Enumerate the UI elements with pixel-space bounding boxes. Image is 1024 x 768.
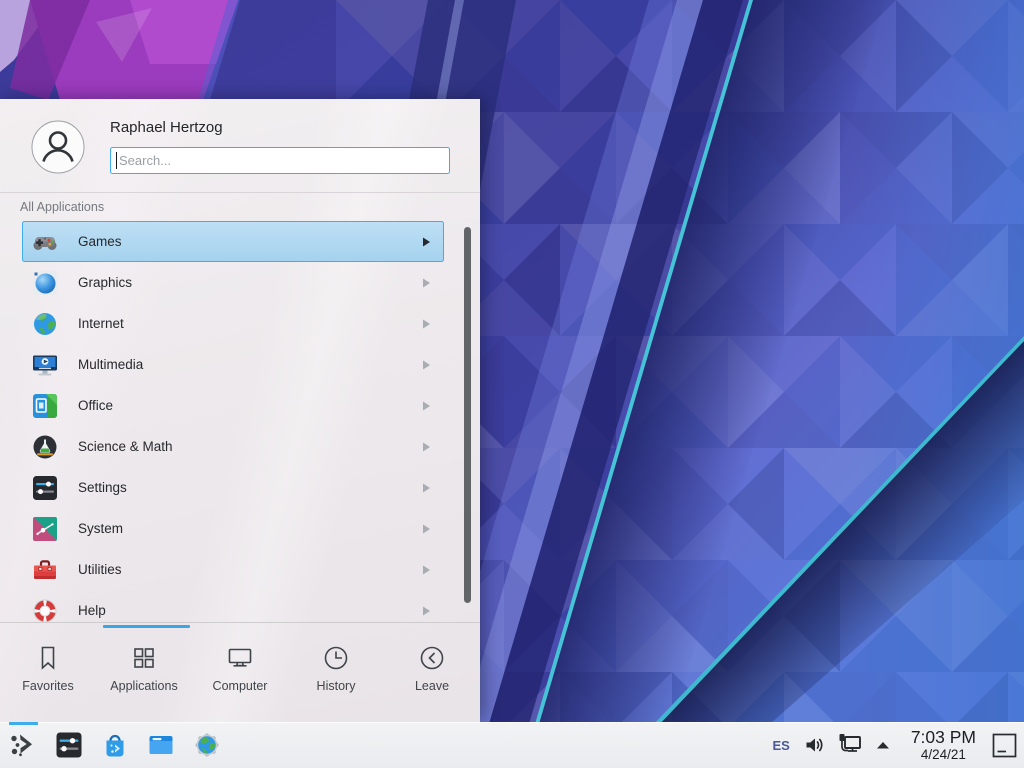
science-icon bbox=[32, 434, 58, 460]
settings-icon bbox=[32, 475, 58, 501]
leave-icon bbox=[418, 644, 446, 672]
menu-item-multimedia[interactable]: Multimedia bbox=[22, 344, 444, 385]
submenu-arrow-icon bbox=[422, 401, 431, 411]
taskbar-app-icons bbox=[0, 731, 221, 759]
tab-label: Leave bbox=[415, 679, 449, 693]
menu-item-games[interactable]: Games bbox=[22, 221, 444, 262]
show-desktop-widget[interactable] bbox=[992, 733, 1017, 758]
submenu-arrow-icon bbox=[422, 360, 431, 370]
active-tab-indicator bbox=[103, 625, 190, 628]
submenu-arrow-icon bbox=[422, 278, 431, 288]
wallpaper-purple-cluster bbox=[0, 0, 240, 100]
user-icon bbox=[31, 120, 85, 174]
system-settings-icon[interactable] bbox=[55, 731, 83, 759]
submenu-arrow-icon bbox=[422, 237, 431, 247]
submenu-arrow-icon bbox=[422, 606, 431, 616]
text-caret bbox=[116, 152, 117, 169]
history-icon bbox=[322, 644, 350, 672]
menu-item-label: System bbox=[78, 521, 123, 536]
tab-label: History bbox=[317, 679, 356, 693]
graphics-icon bbox=[32, 270, 58, 296]
submenu-arrow-icon bbox=[422, 483, 431, 493]
submenu-arrow-icon bbox=[422, 319, 431, 329]
user-avatar[interactable] bbox=[31, 120, 85, 174]
taskbar-panel: ES 7:03 PM 4/24/21 bbox=[0, 722, 1024, 768]
digital-clock[interactable]: 7:03 PM 4/24/21 bbox=[911, 728, 976, 762]
dolphin-icon[interactable] bbox=[147, 731, 175, 759]
menu-item-internet[interactable]: Internet bbox=[22, 303, 444, 344]
kickoff-launcher-icon[interactable] bbox=[9, 731, 37, 759]
menu-item-graphics[interactable]: Graphics bbox=[22, 262, 444, 303]
tab-label: Favorites bbox=[22, 679, 73, 693]
menu-item-label: Internet bbox=[78, 316, 124, 331]
menu-item-label: Multimedia bbox=[78, 357, 143, 372]
tab-favorites[interactable]: Favorites bbox=[0, 631, 96, 721]
applications-icon bbox=[130, 644, 158, 672]
menu-item-label: Help bbox=[78, 603, 106, 618]
app-category-list: Games Graphics bbox=[0, 221, 480, 622]
footer-divider bbox=[0, 622, 480, 623]
menu-item-system[interactable]: System bbox=[22, 508, 444, 549]
tray-expand-icon[interactable] bbox=[874, 736, 892, 754]
application-launcher: Raphael Hertzog All Applications Games bbox=[0, 99, 480, 722]
menu-item-label: Office bbox=[78, 398, 113, 413]
menu-item-label: Science & Math bbox=[78, 439, 173, 454]
favorites-icon bbox=[34, 644, 62, 672]
menu-item-label: Utilities bbox=[78, 562, 122, 577]
network-icon[interactable] bbox=[837, 732, 863, 758]
keyboard-layout-indicator[interactable]: ES bbox=[772, 738, 789, 753]
launcher-active-indicator bbox=[9, 722, 38, 725]
scrollbar-thumb[interactable] bbox=[464, 227, 471, 603]
footer-tab-bar: Favorites Applications Computer bbox=[0, 631, 480, 721]
menu-item-settings[interactable]: Settings bbox=[22, 467, 444, 508]
menu-item-help[interactable]: Help bbox=[22, 590, 444, 622]
tab-computer[interactable]: Computer bbox=[192, 631, 288, 721]
system-icon bbox=[32, 516, 58, 542]
volume-icon[interactable] bbox=[804, 734, 826, 756]
submenu-arrow-icon bbox=[422, 565, 431, 575]
user-name: Raphael Hertzog bbox=[110, 119, 223, 136]
internet-icon bbox=[32, 311, 58, 337]
header-divider bbox=[0, 192, 480, 193]
submenu-arrow-icon bbox=[422, 442, 431, 452]
tab-leave[interactable]: Leave bbox=[384, 631, 480, 721]
multimedia-icon bbox=[32, 352, 58, 378]
menu-item-office[interactable]: Office bbox=[22, 385, 444, 426]
computer-icon bbox=[226, 644, 254, 672]
menu-item-label: Settings bbox=[78, 480, 127, 495]
clock-time: 7:03 PM bbox=[911, 728, 976, 747]
system-tray: ES 7:03 PM 4/24/21 bbox=[772, 728, 1024, 762]
menu-item-utilities[interactable]: Utilities bbox=[22, 549, 444, 590]
games-icon bbox=[32, 229, 58, 255]
discover-icon[interactable] bbox=[101, 731, 129, 759]
clock-date: 4/24/21 bbox=[921, 747, 966, 762]
help-icon bbox=[32, 598, 58, 623]
tab-label: Applications bbox=[110, 679, 177, 693]
menu-item-label: Games bbox=[78, 234, 122, 249]
utilities-icon bbox=[32, 557, 58, 583]
tab-history[interactable]: History bbox=[288, 631, 384, 721]
menu-item-label: Graphics bbox=[78, 275, 132, 290]
section-label: All Applications bbox=[20, 200, 104, 214]
submenu-arrow-icon bbox=[422, 524, 431, 534]
browser-icon[interactable] bbox=[193, 731, 221, 759]
office-icon bbox=[32, 393, 58, 419]
menu-item-science-math[interactable]: Science & Math bbox=[22, 426, 444, 467]
tab-applications[interactable]: Applications bbox=[96, 631, 192, 721]
search-input[interactable] bbox=[110, 147, 450, 174]
tab-label: Computer bbox=[213, 679, 268, 693]
